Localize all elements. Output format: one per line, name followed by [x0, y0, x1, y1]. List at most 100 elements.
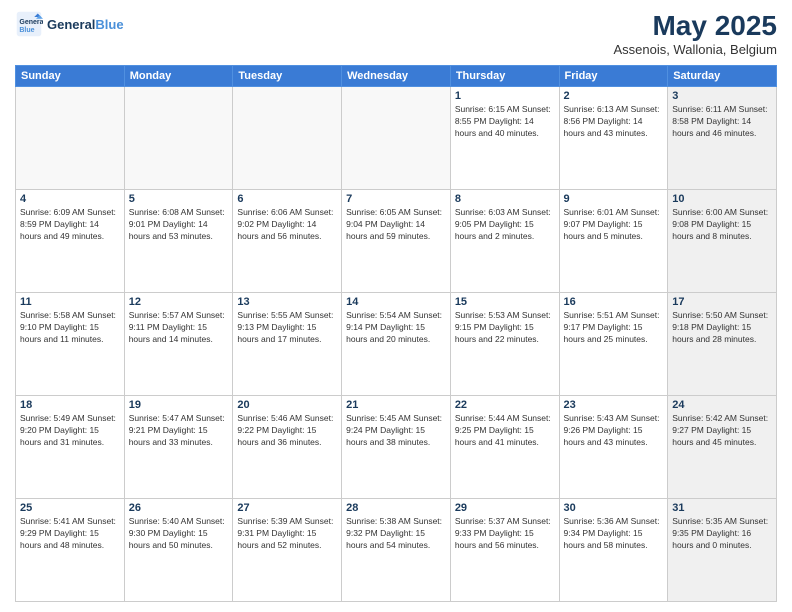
calendar-subtitle: Assenois, Wallonia, Belgium	[613, 42, 777, 57]
calendar-cell-w3-d5: 15Sunrise: 5:53 AM Sunset: 9:15 PM Dayli…	[450, 293, 559, 396]
day-info: Sunrise: 6:15 AM Sunset: 8:55 PM Dayligh…	[455, 104, 555, 140]
calendar-cell-w2-d6: 9Sunrise: 6:01 AM Sunset: 9:07 PM Daylig…	[559, 190, 668, 293]
week-row-2: 4 Sunrise: 6:09 AM Sunset: 8:59 PM Daylig…	[16, 190, 777, 293]
day-number: 17	[672, 296, 772, 308]
day-info: Sunrise: 6:13 AM Sunset: 8:56 PM Dayligh…	[564, 104, 664, 140]
day-number: 7	[346, 193, 446, 205]
calendar-cell-w1-d2	[124, 87, 233, 190]
day-info: Sunrise: 5:49 AM Sunset: 9:20 PM Dayligh…	[20, 413, 120, 449]
calendar-cell-w5-d4: 28 Sunrise: 5:38 AM Sunset: 9:32 PM Dayli…	[342, 499, 451, 602]
calendar-cell-w5-d6: 30Sunrise: 5:36 AM Sunset: 9:34 PM Dayli…	[559, 499, 668, 602]
title-block: May 2025 Assenois, Wallonia, Belgium	[613, 10, 777, 57]
calendar-cell-w5-d1: 25 Sunrise: 5:41 AM Sunset: 9:29 PM Dayli…	[16, 499, 125, 602]
logo-icon: General Blue	[15, 10, 43, 38]
header-wednesday: Wednesday	[342, 66, 451, 87]
day-number: 1	[455, 90, 555, 102]
day-number: 20	[237, 399, 337, 411]
header-thursday: Thursday	[450, 66, 559, 87]
calendar-cell-w2-d5: 8 Sunrise: 6:03 AM Sunset: 9:05 PM Daylig…	[450, 190, 559, 293]
day-number: 2	[564, 90, 664, 102]
calendar-cell-w4-d6: 23Sunrise: 5:43 AM Sunset: 9:26 PM Dayli…	[559, 396, 668, 499]
day-info: Sunrise: 5:45 AM Sunset: 9:24 PM Dayligh…	[346, 413, 446, 449]
day-info: Sunrise: 5:40 AM Sunset: 9:30 PM Dayligh…	[129, 516, 229, 552]
day-info: Sunrise: 6:03 AM Sunset: 9:05 PM Dayligh…	[455, 207, 555, 243]
calendar-cell-w1-d1	[16, 87, 125, 190]
day-info: Sunrise: 5:57 AM Sunset: 9:11 PM Dayligh…	[129, 310, 229, 346]
day-number: 26	[129, 502, 229, 514]
day-info: Sunrise: 6:05 AM Sunset: 9:04 PM Dayligh…	[346, 207, 446, 243]
day-number: 11	[20, 296, 120, 308]
day-info: Sunrise: 5:41 AM Sunset: 9:29 PM Dayligh…	[20, 516, 120, 552]
svg-text:General: General	[19, 19, 43, 26]
day-info: Sunrise: 5:37 AM Sunset: 9:33 PM Dayligh…	[455, 516, 555, 552]
day-info: Sunrise: 5:39 AM Sunset: 9:31 PM Dayligh…	[237, 516, 337, 552]
day-number: 31	[672, 502, 772, 514]
day-info: Sunrise: 6:09 AM Sunset: 8:59 PM Dayligh…	[20, 207, 120, 243]
day-number: 18	[20, 399, 120, 411]
svg-text:Blue: Blue	[19, 27, 34, 34]
calendar-cell-w4-d4: 21Sunrise: 5:45 AM Sunset: 9:24 PM Dayli…	[342, 396, 451, 499]
calendar-cell-w1-d3	[233, 87, 342, 190]
calendar-cell-w3-d6: 16Sunrise: 5:51 AM Sunset: 9:17 PM Dayli…	[559, 293, 668, 396]
page: General Blue GeneralBlue May 2025 Asseno…	[0, 0, 792, 612]
calendar-cell-w3-d7: 17 Sunrise: 5:50 AM Sunset: 9:18 PM Dayli…	[668, 293, 777, 396]
calendar-cell-w4-d7: 24Sunrise: 5:42 AM Sunset: 9:27 PM Dayli…	[668, 396, 777, 499]
day-info: Sunrise: 5:54 AM Sunset: 9:14 PM Dayligh…	[346, 310, 446, 346]
day-number: 25	[20, 502, 120, 514]
logo-text: GeneralBlue	[47, 17, 124, 32]
day-number: 10	[672, 193, 772, 205]
calendar-cell-w2-d4: 7 Sunrise: 6:05 AM Sunset: 9:04 PM Daylig…	[342, 190, 451, 293]
day-info: Sunrise: 5:36 AM Sunset: 9:34 PM Dayligh…	[564, 516, 664, 552]
day-info: Sunrise: 5:58 AM Sunset: 9:10 PM Dayligh…	[20, 310, 120, 346]
day-number: 14	[346, 296, 446, 308]
day-number: 4	[20, 193, 120, 205]
day-info: Sunrise: 5:55 AM Sunset: 9:13 PM Dayligh…	[237, 310, 337, 346]
calendar-cell-w5-d3: 27Sunrise: 5:39 AM Sunset: 9:31 PM Dayli…	[233, 499, 342, 602]
day-number: 29	[455, 502, 555, 514]
day-number: 24	[672, 399, 772, 411]
day-info: Sunrise: 5:43 AM Sunset: 9:26 PM Dayligh…	[564, 413, 664, 449]
calendar-cell-w1-d5: 1 Sunrise: 6:15 AM Sunset: 8:55 PM Daylig…	[450, 87, 559, 190]
day-number: 22	[455, 399, 555, 411]
day-number: 19	[129, 399, 229, 411]
day-number: 15	[455, 296, 555, 308]
calendar-cell-w3-d4: 14 Sunrise: 5:54 AM Sunset: 9:14 PM Dayli…	[342, 293, 451, 396]
day-info: Sunrise: 5:35 AM Sunset: 9:35 PM Dayligh…	[672, 516, 772, 552]
calendar-cell-w4-d1: 18 Sunrise: 5:49 AM Sunset: 9:20 PM Dayli…	[16, 396, 125, 499]
calendar-cell-w1-d7: 3 Sunrise: 6:11 AM Sunset: 8:58 PM Daylig…	[668, 87, 777, 190]
week-row-4: 18 Sunrise: 5:49 AM Sunset: 9:20 PM Dayli…	[16, 396, 777, 499]
calendar-cell-w3-d1: 11 Sunrise: 5:58 AM Sunset: 9:10 PM Dayli…	[16, 293, 125, 396]
day-info: Sunrise: 5:47 AM Sunset: 9:21 PM Dayligh…	[129, 413, 229, 449]
calendar-cell-w2-d7: 10 Sunrise: 6:00 AM Sunset: 9:08 PM Dayli…	[668, 190, 777, 293]
header-sunday: Sunday	[16, 66, 125, 87]
calendar-cell-w4-d5: 22Sunrise: 5:44 AM Sunset: 9:25 PM Dayli…	[450, 396, 559, 499]
header: General Blue GeneralBlue May 2025 Asseno…	[15, 10, 777, 57]
day-info: Sunrise: 6:06 AM Sunset: 9:02 PM Dayligh…	[237, 207, 337, 243]
day-number: 9	[564, 193, 664, 205]
calendar-cell-w2-d3: 6Sunrise: 6:06 AM Sunset: 9:02 PM Daylig…	[233, 190, 342, 293]
day-info: Sunrise: 5:38 AM Sunset: 9:32 PM Dayligh…	[346, 516, 446, 552]
calendar-cell-w5-d7: 31 Sunrise: 5:35 AM Sunset: 9:35 PM Dayli…	[668, 499, 777, 602]
calendar-cell-w2-d2: 5Sunrise: 6:08 AM Sunset: 9:01 PM Daylig…	[124, 190, 233, 293]
calendar-cell-w2-d1: 4 Sunrise: 6:09 AM Sunset: 8:59 PM Daylig…	[16, 190, 125, 293]
day-info: Sunrise: 6:00 AM Sunset: 9:08 PM Dayligh…	[672, 207, 772, 243]
header-monday: Monday	[124, 66, 233, 87]
day-number: 3	[672, 90, 772, 102]
calendar-cell-w4-d3: 20 Sunrise: 5:46 AM Sunset: 9:22 PM Dayli…	[233, 396, 342, 499]
day-number: 28	[346, 502, 446, 514]
day-number: 8	[455, 193, 555, 205]
day-number: 13	[237, 296, 337, 308]
calendar-table: Sunday Monday Tuesday Wednesday Thursday…	[15, 65, 777, 602]
header-tuesday: Tuesday	[233, 66, 342, 87]
day-number: 12	[129, 296, 229, 308]
logo: General Blue GeneralBlue	[15, 10, 124, 38]
weekday-header-row: Sunday Monday Tuesday Wednesday Thursday…	[16, 66, 777, 87]
week-row-3: 11 Sunrise: 5:58 AM Sunset: 9:10 PM Dayli…	[16, 293, 777, 396]
calendar-cell-w5-d2: 26 Sunrise: 5:40 AM Sunset: 9:30 PM Dayli…	[124, 499, 233, 602]
header-saturday: Saturday	[668, 66, 777, 87]
day-info: Sunrise: 6:11 AM Sunset: 8:58 PM Dayligh…	[672, 104, 772, 140]
day-info: Sunrise: 5:50 AM Sunset: 9:18 PM Dayligh…	[672, 310, 772, 346]
week-row-1: 1 Sunrise: 6:15 AM Sunset: 8:55 PM Daylig…	[16, 87, 777, 190]
calendar-cell-w1-d4	[342, 87, 451, 190]
day-info: Sunrise: 5:46 AM Sunset: 9:22 PM Dayligh…	[237, 413, 337, 449]
